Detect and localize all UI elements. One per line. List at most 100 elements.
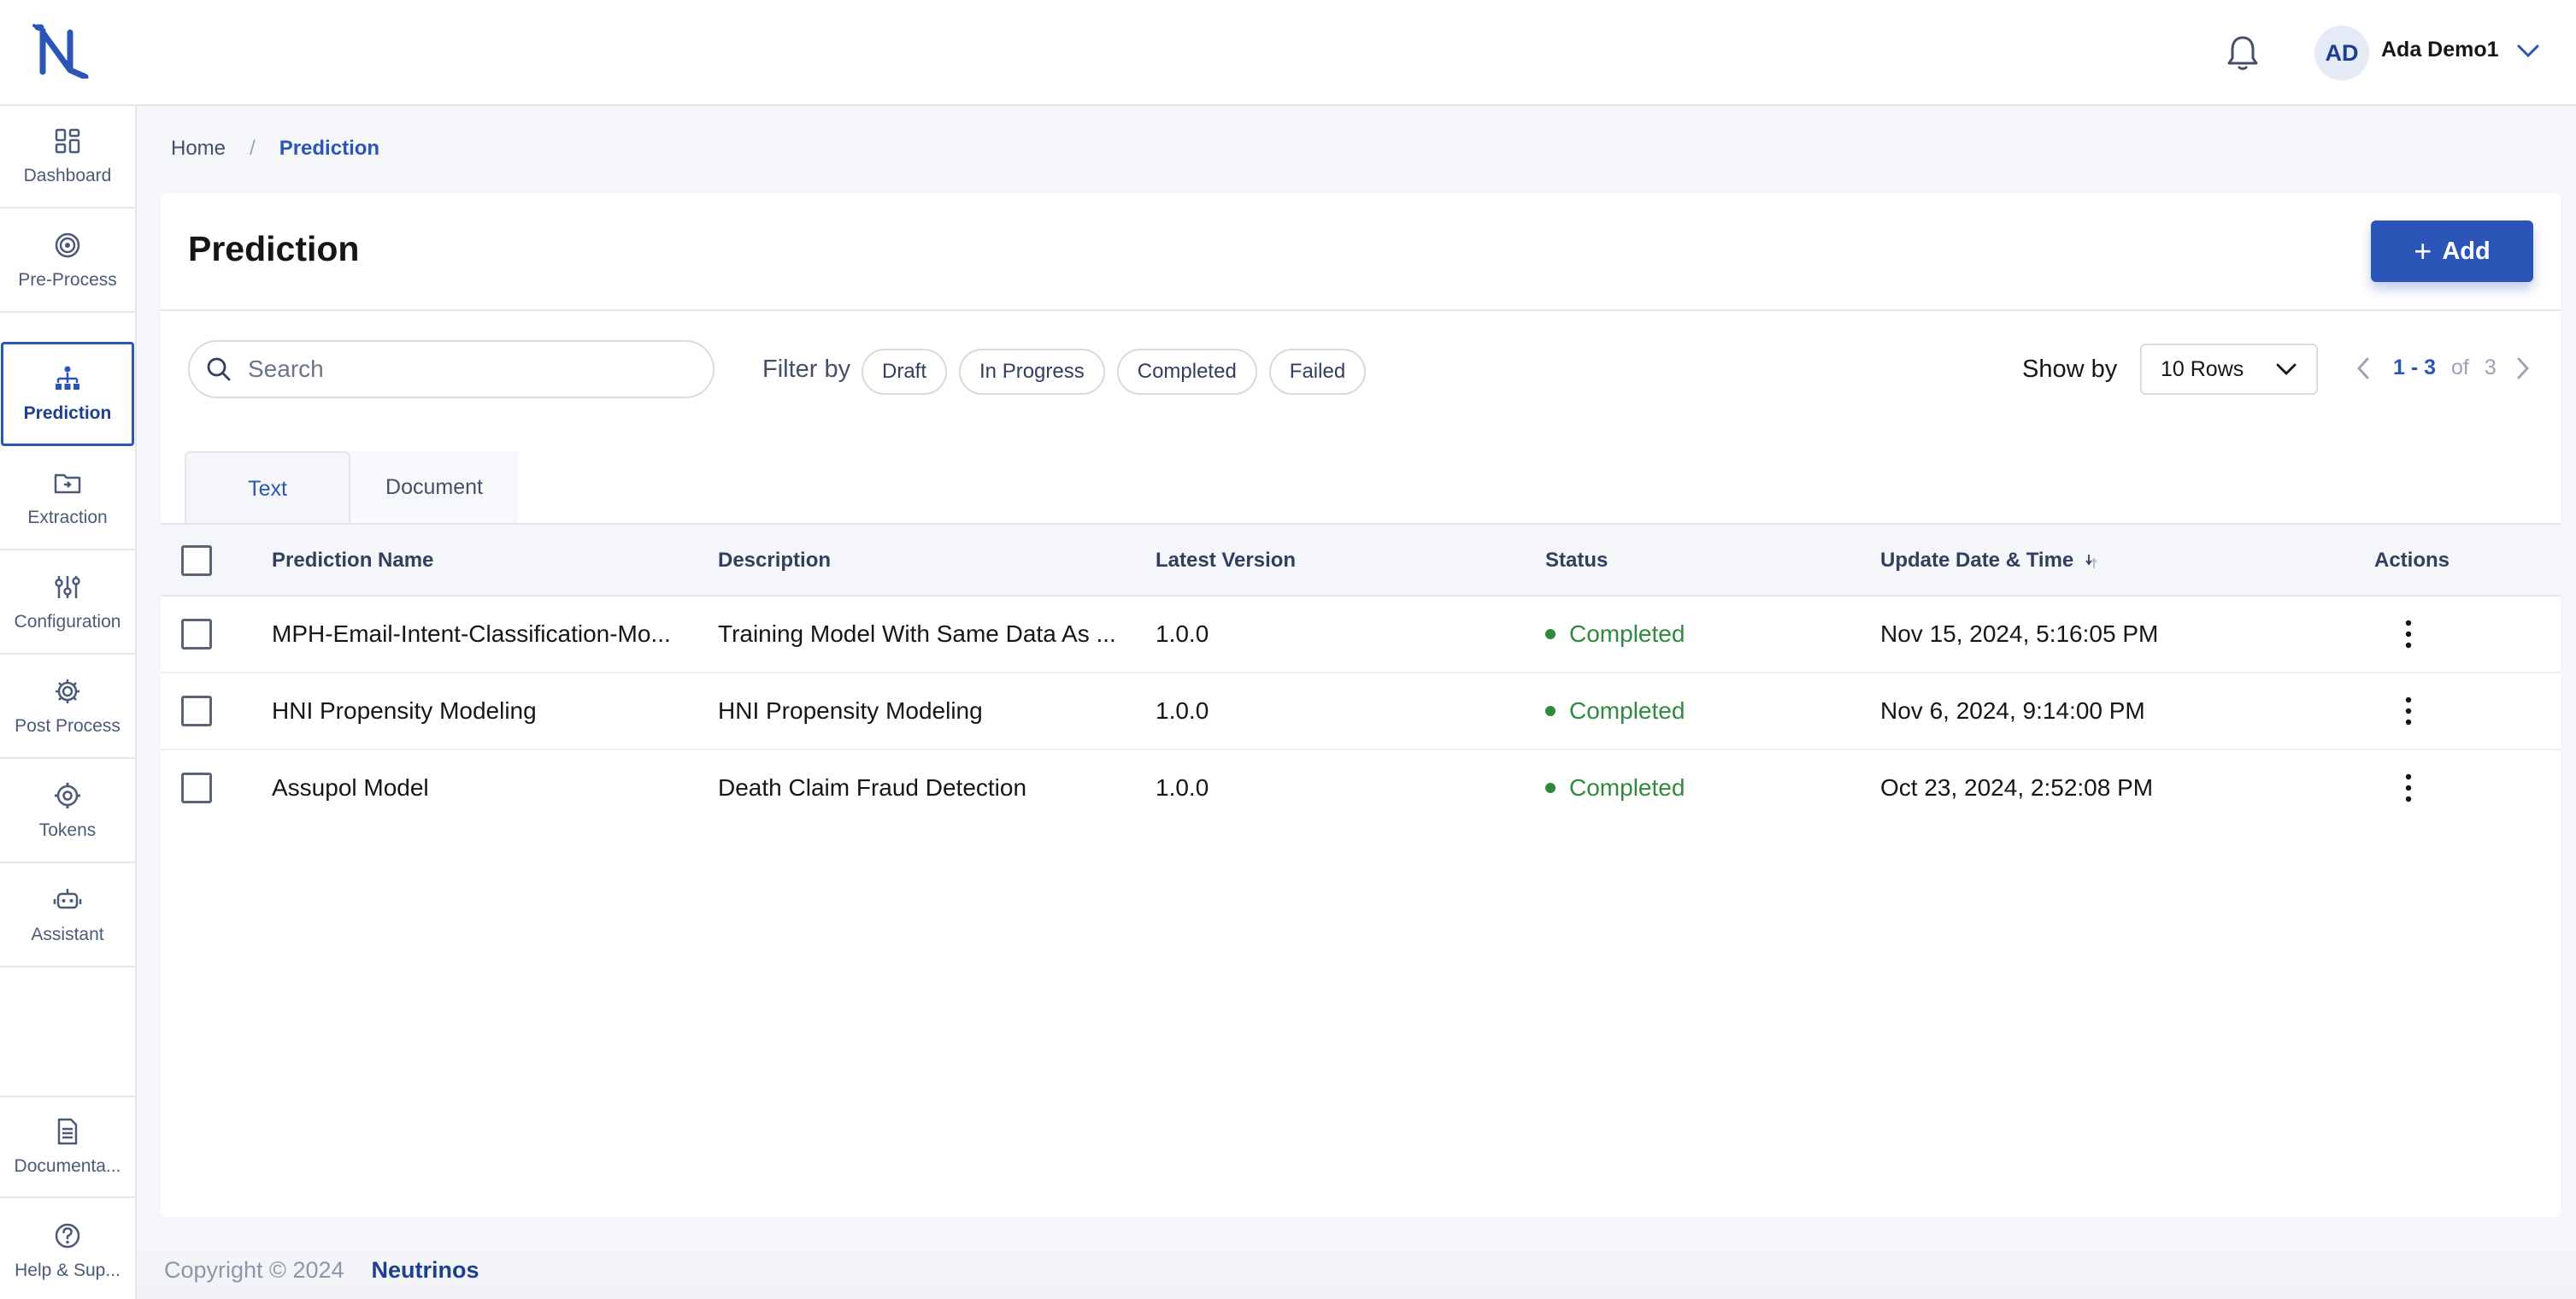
folder-icon: [54, 473, 81, 494]
rows-per-page-value: 10 Rows: [2161, 356, 2244, 381]
neutrinos-logo-icon[interactable]: [32, 24, 97, 79]
row-description: HNI Propensity Modeling: [718, 697, 983, 724]
gear-cog-icon: [55, 783, 80, 808]
sidebar-item-label: Pre-Process: [18, 270, 117, 290]
column-header-update-date-label: Update Date & Time: [1880, 549, 2074, 572]
status-dot: [1545, 706, 1556, 716]
sidebar-item-assistant[interactable]: Assistant: [0, 865, 135, 967]
help-icon: [55, 1223, 80, 1249]
status-badge: Completed: [1545, 774, 1685, 802]
table-row[interactable]: MPH-Email-Intent-Classification-Mo... Tr…: [161, 597, 2561, 673]
sliders-icon: [55, 576, 80, 598]
pagination-range: 1 - 3: [2393, 356, 2437, 379]
filter-chip-draft[interactable]: Draft: [862, 349, 948, 395]
breadcrumb: Home / Prediction: [171, 137, 379, 161]
column-header-prediction-name[interactable]: Prediction Name: [272, 549, 433, 573]
row-checkbox[interactable]: [181, 619, 212, 650]
sidebar-item-help[interactable]: Help & Sup...: [0, 1200, 135, 1299]
sidebar-item-label: Extraction: [27, 508, 108, 527]
sidebar-item-dashboard[interactable]: Dashboard: [0, 106, 135, 209]
row-description: Death Claim Fraud Detection: [718, 774, 1027, 801]
select-all-checkbox[interactable]: [181, 545, 212, 576]
filter-chips: Draft In Progress Completed Failed: [862, 349, 1367, 395]
user-name[interactable]: Ada Demo1: [2381, 38, 2499, 62]
pagination-total: 3: [2484, 356, 2497, 379]
more-options-icon[interactable]: [2400, 771, 2417, 805]
add-button[interactable]: + Add: [2371, 220, 2533, 282]
page-title: Prediction: [188, 229, 360, 268]
rows-per-page-select[interactable]: 10 Rows: [2140, 344, 2318, 395]
sidebar-item-post-process[interactable]: Post Process: [0, 656, 135, 759]
more-options-icon[interactable]: [2400, 694, 2417, 728]
footer-brand-link[interactable]: Neutrinos: [372, 1257, 479, 1284]
breadcrumb-home[interactable]: Home: [171, 137, 226, 161]
status-dot: [1545, 629, 1556, 639]
sidebar: Dashboard Pre-Process Prediction Extract…: [0, 106, 137, 1299]
plus-icon: +: [2414, 233, 2432, 268]
sidebar-item-label: Post Process: [15, 716, 121, 736]
column-header-latest-version[interactable]: Latest Version: [1156, 549, 1296, 573]
breadcrumb-current: Prediction: [279, 137, 380, 160]
chevron-right-icon[interactable]: [2514, 356, 2532, 380]
row-updated: Oct 23, 2024, 2:52:08 PM: [1880, 774, 2154, 801]
sidebar-item-label: Documenta...: [14, 1156, 121, 1176]
row-description: Training Model With Same Data As ...: [718, 620, 1116, 647]
sidebar-item-prediction[interactable]: Prediction: [1, 342, 134, 446]
table-header: Prediction Name Description Latest Versi…: [161, 523, 2561, 597]
row-checkbox[interactable]: [181, 773, 212, 803]
column-header-update-date[interactable]: Update Date & Time: [1880, 549, 2098, 573]
filter-chip-in-progress[interactable]: In Progress: [959, 349, 1105, 395]
row-prediction-name[interactable]: HNI Propensity Modeling: [272, 697, 537, 725]
pagination: 1 - 3 of 3: [2354, 356, 2532, 380]
column-header-description[interactable]: Description: [718, 549, 831, 573]
more-options-icon[interactable]: [2400, 617, 2417, 651]
sidebar-item-label: Assistant: [31, 925, 104, 944]
row-version: 1.0.0: [1156, 697, 1209, 724]
notification-bell-icon[interactable]: [2226, 34, 2260, 72]
row-version: 1.0.0: [1156, 774, 1209, 801]
pagination-of: of: [2451, 356, 2469, 379]
row-updated: Nov 15, 2024, 5:16:05 PM: [1880, 620, 2159, 647]
status-label: Completed: [1569, 620, 1685, 647]
row-version: 1.0.0: [1156, 620, 1209, 647]
filter-chip-failed[interactable]: Failed: [1268, 349, 1367, 395]
copyright-text: Copyright © 2024: [164, 1256, 344, 1283]
row-updated: Nov 6, 2024, 9:14:00 PM: [1880, 697, 2145, 724]
target-icon: [55, 232, 80, 258]
footer: Copyright © 2024 Neutrinos: [137, 1241, 2576, 1299]
breadcrumb-separator: /: [250, 137, 256, 160]
sidebar-item-configuration[interactable]: Configuration: [0, 552, 135, 655]
row-prediction-name[interactable]: Assupol Model: [272, 774, 429, 802]
search-input[interactable]: [248, 356, 692, 383]
tab-text[interactable]: Text: [185, 451, 350, 525]
sort-icon[interactable]: [2085, 552, 2098, 571]
sidebar-item-extraction[interactable]: Extraction: [0, 448, 135, 550]
robot-icon: [53, 889, 82, 909]
chevron-down-icon[interactable]: [2516, 43, 2540, 60]
row-checkbox[interactable]: [181, 696, 212, 726]
avatar[interactable]: AD: [2314, 26, 2369, 80]
row-prediction-name[interactable]: MPH-Email-Intent-Classification-Mo...: [272, 620, 671, 648]
sidebar-item-documentation[interactable]: Documenta...: [0, 1096, 135, 1198]
prediction-card: Prediction + Add Filter by Draft In Prog…: [161, 193, 2561, 1217]
show-by-label: Show by: [2022, 356, 2118, 383]
filter-chip-completed[interactable]: Completed: [1116, 349, 1257, 395]
chevron-left-icon[interactable]: [2354, 356, 2373, 380]
top-header: AD Ada Demo1: [0, 0, 2576, 106]
status-label: Completed: [1569, 774, 1685, 801]
table-row[interactable]: HNI Propensity Modeling HNI Propensity M…: [161, 673, 2561, 750]
table-row[interactable]: Assupol Model Death Claim Fraud Detectio…: [161, 750, 2561, 827]
sidebar-item-label: Tokens: [38, 820, 97, 840]
sidebar-item-pre-process[interactable]: Pre-Process: [0, 210, 135, 313]
column-header-status[interactable]: Status: [1545, 549, 1608, 573]
add-button-label: Add: [2442, 237, 2491, 265]
filter-label: Filter by: [762, 356, 851, 383]
search-box[interactable]: [188, 340, 715, 398]
status-label: Completed: [1569, 697, 1685, 724]
chevron-down-icon: [2276, 363, 2297, 375]
sidebar-item-tokens[interactable]: Tokens: [0, 761, 135, 863]
sidebar-item-label: Configuration: [14, 612, 121, 632]
tab-document[interactable]: Document: [350, 451, 518, 523]
status-badge: Completed: [1545, 697, 1685, 725]
hierarchy-icon: [56, 366, 79, 390]
